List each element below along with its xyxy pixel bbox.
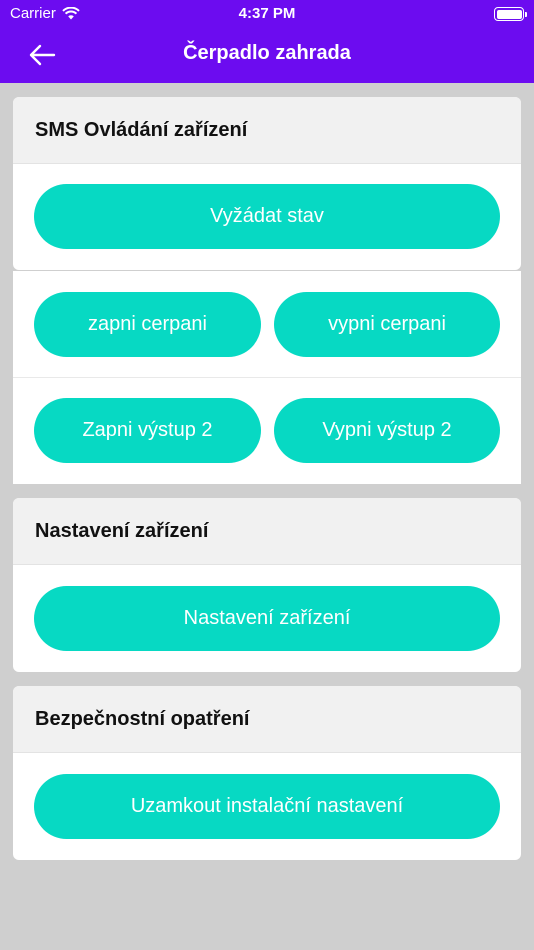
output2-off-button[interactable]: Vypni výstup 2: [274, 398, 500, 463]
status-time: 4:37 PM: [238, 5, 296, 22]
request-status-row: Vyžádat stav: [13, 164, 521, 269]
lock-installation-button[interactable]: Uzamkout instalační nastavení: [34, 774, 500, 839]
pump-off-button[interactable]: vypni cerpani: [274, 292, 500, 357]
pump-row: zapni cerpani vypni cerpani: [13, 271, 521, 378]
security-header: Bezpečnostní opatření: [13, 686, 521, 753]
sms-actions-card: zapni cerpani vypni cerpani Zapni výstup…: [13, 271, 521, 484]
sms-control-card: SMS Ovládání zařízení Vyžádat stav: [13, 97, 521, 270]
settings-header: Nastavení zařízení: [13, 498, 521, 565]
page-title: Čerpadlo zahrada: [183, 42, 351, 64]
navigation-bar: Čerpadlo zahrada: [0, 28, 534, 83]
sms-control-header: SMS Ovládání zařízení: [13, 97, 521, 164]
security-row: Uzamkout instalační nastavení: [13, 753, 521, 860]
request-status-button[interactable]: Vyžádat stav: [34, 184, 500, 249]
output2-on-button[interactable]: Zapni výstup 2: [34, 398, 261, 463]
top-bar: Carrier 4:37 PM Čerpadlo zahrada: [0, 0, 534, 83]
settings-row: Nastavení zařízení: [13, 565, 521, 672]
settings-card: Nastavení zařízení Nastavení zařízení: [13, 498, 521, 672]
pump-on-button[interactable]: zapni cerpani: [34, 292, 261, 357]
device-settings-button[interactable]: Nastavení zařízení: [34, 586, 500, 651]
status-bar: Carrier 4:37 PM: [0, 0, 534, 28]
security-card: Bezpečnostní opatření Uzamkout instalačn…: [13, 686, 521, 860]
battery-icon: [494, 7, 527, 21]
output2-row: Zapni výstup 2 Vypni výstup 2: [13, 378, 521, 484]
